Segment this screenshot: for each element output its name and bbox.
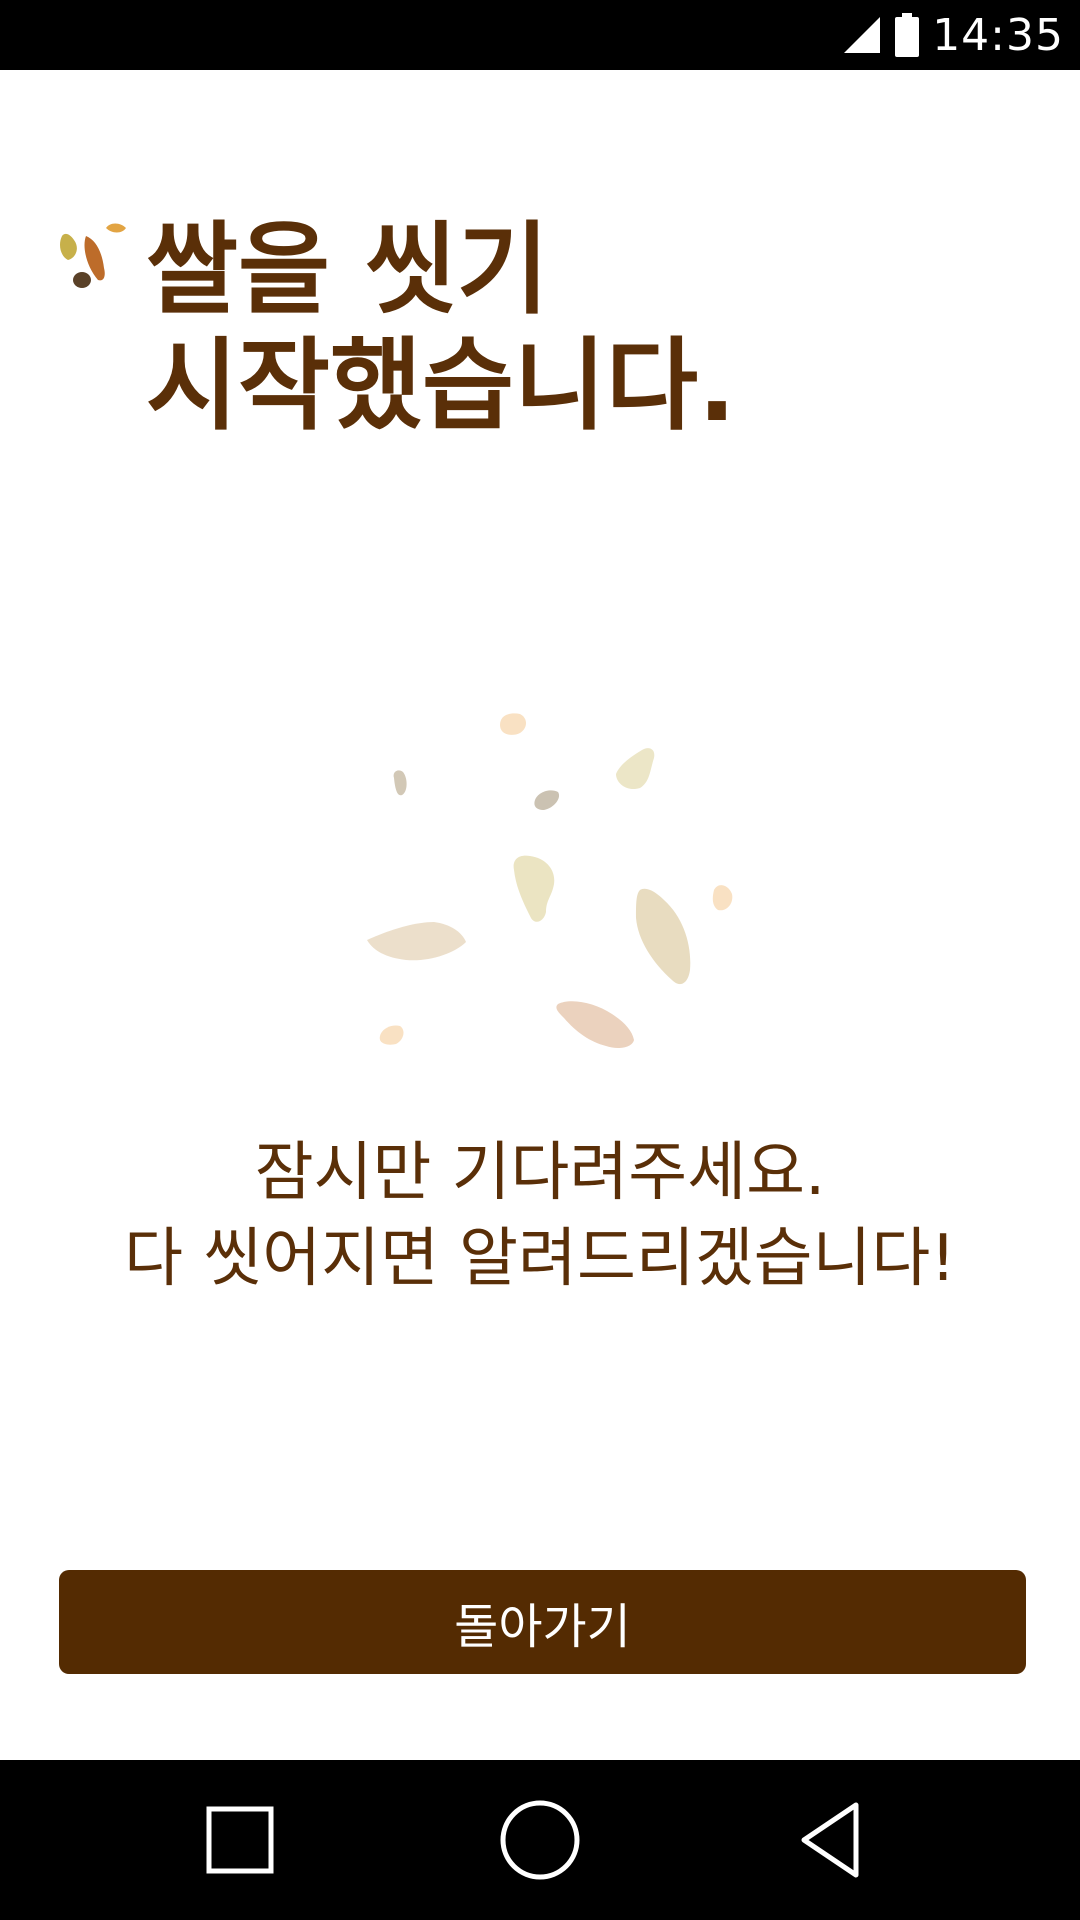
rice-grains-illustration bbox=[367, 713, 733, 1048]
message-line-1: 잠시만 기다려주세요. bbox=[254, 1136, 826, 1210]
home-icon bbox=[500, 1800, 580, 1880]
page-title: 쌀을 씻기 시작했습니다. bbox=[146, 212, 1026, 444]
go-back-button[interactable]: 돌아가기 bbox=[59, 1570, 1026, 1674]
status-time: 14:35 bbox=[932, 9, 1064, 61]
home-button[interactable] bbox=[460, 1760, 620, 1920]
back-icon bbox=[801, 1802, 859, 1878]
rice-grains-logo-icon bbox=[60, 223, 126, 288]
system-nav-bar bbox=[0, 1760, 1080, 1920]
title-line-1: 쌀을 씻기 bbox=[146, 211, 549, 328]
status-bar: 14:35 bbox=[0, 0, 1080, 70]
waiting-message: 잠시만 기다려주세요. 다 씻어지면 알려드리겠습니다! bbox=[0, 1130, 1080, 1302]
message-line-2: 다 씻어지면 알려드리겠습니다! bbox=[124, 1222, 956, 1296]
recent-apps-button[interactable] bbox=[160, 1760, 320, 1920]
signal-icon bbox=[844, 17, 881, 53]
battery-icon bbox=[895, 13, 920, 57]
title-line-2: 시작했습니다. bbox=[146, 327, 736, 444]
recent-apps-icon bbox=[206, 1806, 274, 1874]
status-icons: 14:35 bbox=[842, 0, 1064, 70]
back-button[interactable] bbox=[750, 1760, 910, 1920]
